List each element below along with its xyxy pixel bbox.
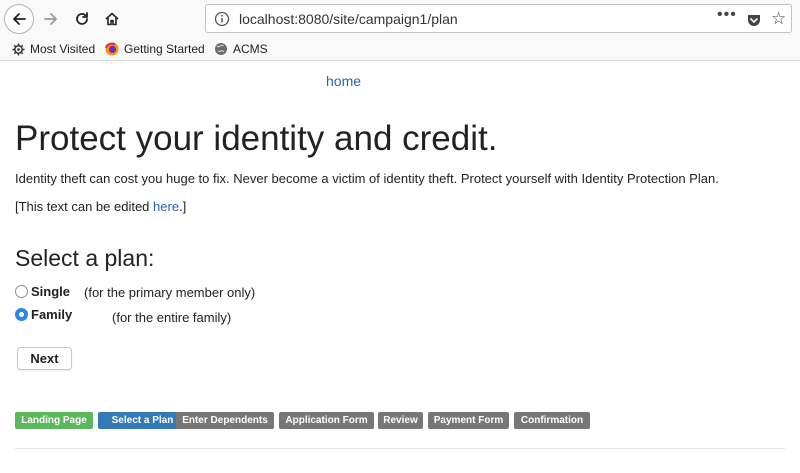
plan-option-family[interactable]: Family (15, 305, 72, 323)
pocket-icon[interactable] (746, 12, 762, 33)
edit-note-prefix: [This text can be edited (15, 199, 154, 214)
home-icon (105, 12, 119, 26)
reload-icon (76, 12, 88, 25)
bookmark-getting-started[interactable]: Getting Started (105, 41, 205, 57)
edit-note: [This text can be edited here.] (15, 199, 186, 214)
home-link[interactable]: home (326, 73, 361, 89)
bookmark-label: Getting Started (124, 42, 205, 56)
home-button[interactable] (97, 4, 127, 34)
reload-button[interactable] (67, 4, 97, 34)
url-bar[interactable]: localhost:8080/site/campaign1/plan ••• ☆ (205, 4, 792, 33)
plan-option-single[interactable]: Single (15, 282, 70, 300)
step-landing-page: Landing Page (15, 412, 93, 429)
family-radio[interactable] (15, 307, 28, 321)
step-confirmation: Confirmation (514, 412, 590, 429)
page-title: Protect your identity and credit. (15, 119, 498, 158)
bookmarks-bar: Most Visited Getting Started ACMS (0, 37, 800, 61)
page-description: Identity theft can cost you huge to fix.… (15, 171, 719, 186)
step-review: Review (378, 412, 423, 429)
single-label[interactable]: Single (31, 284, 70, 299)
page-actions-icon[interactable]: ••• (717, 6, 737, 24)
family-description: (for the entire family) (112, 310, 232, 325)
site-info-icon[interactable] (214, 11, 230, 32)
firefox-icon (105, 42, 119, 56)
step-application-form: Application Form (279, 412, 374, 429)
browser-toolbar: localhost:8080/site/campaign1/plan ••• ☆ (0, 0, 800, 37)
bookmark-most-visited[interactable]: Most Visited (12, 41, 95, 57)
url-text[interactable]: localhost:8080/site/campaign1/plan (239, 11, 458, 27)
family-label[interactable]: Family (31, 307, 72, 322)
edit-note-suffix: .] (179, 199, 187, 214)
step-payment-form: Payment Form (428, 412, 509, 429)
forward-arrow-icon (44, 13, 57, 25)
step-select-plan: Select a Plan (98, 412, 187, 429)
step-enter-dependents: Enter Dependents (176, 412, 274, 429)
globe-icon (214, 42, 228, 56)
single-description: (for the primary member only) (84, 285, 256, 300)
gear-icon (12, 42, 25, 56)
bookmark-label: Most Visited (30, 42, 96, 56)
forward-button[interactable] (36, 4, 66, 34)
bookmark-acms[interactable]: ACMS (214, 41, 268, 57)
back-arrow-icon (13, 13, 26, 25)
next-button[interactable]: Next (17, 347, 72, 370)
bookmark-star-icon[interactable]: ☆ (771, 10, 786, 27)
back-button[interactable] (4, 4, 34, 34)
select-plan-heading: Select a plan: (15, 245, 155, 271)
footer-divider (15, 448, 785, 449)
single-radio[interactable] (15, 284, 28, 298)
bookmark-label: ACMS (233, 42, 268, 56)
edit-here-link[interactable]: here (153, 199, 179, 214)
